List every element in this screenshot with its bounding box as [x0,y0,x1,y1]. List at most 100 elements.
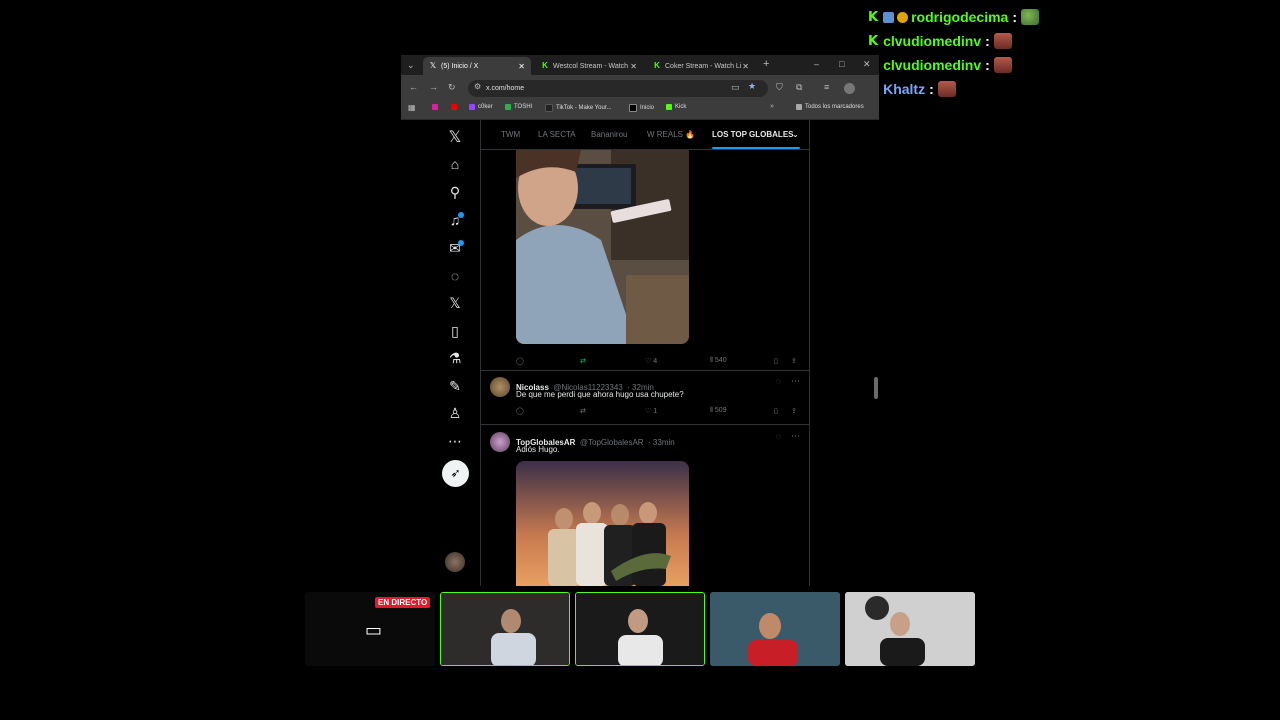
forward-icon[interactable]: → [429,82,438,92]
site-info-icon[interactable]: ⚙ [474,82,481,91]
tab-bananirou[interactable]: Bananirou [591,130,627,139]
webcam-tile-1[interactable] [440,592,570,666]
bookmark-label: Kick [675,104,687,110]
view-count: 540 [714,357,727,364]
bookmarks-folder[interactable]: Todos los marcadores [796,104,864,110]
tab-los-top-globales[interactable]: LOS TOP GLOBALES [712,130,794,139]
close-icon[interactable]: ✕ [630,62,637,71]
bookmarks-icon[interactable]: ▯ [445,323,465,340]
tweet-image[interactable] [516,150,689,344]
tab-coker[interactable]: K Coker Stream - Watch Li ✕ [647,57,755,75]
view-count: 509 [714,407,727,414]
like-count: 1 [653,408,658,415]
more-options-icon[interactable]: ⋯ [791,431,800,442]
media-icon[interactable]: ≡ [824,82,829,92]
account-avatar[interactable] [445,552,465,572]
bookmark-icon[interactable]: ▯ [774,407,778,415]
bookmark-tiktok[interactable]: TikTok - Make Your... [545,104,611,112]
reload-icon[interactable]: ↻ [448,82,456,93]
share-icon[interactable]: ⇪ [791,357,797,365]
views-button[interactable]: ⫴ 540 [710,357,727,365]
subscriber-badge-icon [883,11,895,23]
tab-twm[interactable]: TWM [501,130,520,139]
address-bar[interactable]: x.com/home [468,80,768,97]
search-icon[interactable]: ⚲ [445,184,465,201]
cast-icon[interactable]: ▭ [731,82,740,93]
maximize-icon[interactable]: □ [839,59,844,69]
tweet-actions: ◯ ⇄ ♡ 1 ⫴ 509 ▯ ⇪ [516,407,809,419]
post-button[interactable]: ➶ [442,460,469,487]
youtube-icon [451,104,457,110]
close-window-icon[interactable]: ✕ [863,59,871,70]
tweet-avatar[interactable] [490,377,510,397]
tweet-image[interactable] [516,461,689,586]
twitch-icon [469,104,475,110]
close-icon[interactable]: ✕ [742,62,749,71]
instagram-icon [432,104,438,110]
chat-colon: : [1012,9,1017,25]
x-logo-icon[interactable]: 𝕏 [445,127,465,147]
retweet-icon[interactable]: ⇄ [580,357,586,365]
grok-icon[interactable]: ◌ [776,377,781,386]
webcam-tile-4[interactable] [845,592,975,666]
chat-message: K clvudiomedinv : [868,53,1278,77]
grok-icon[interactable]: ◌ [776,432,781,441]
tweet-avatar[interactable] [490,432,510,452]
profile-avatar[interactable] [844,83,855,94]
tab-westcol[interactable]: K Westcol Stream - Watch ✕ [535,57,643,75]
webcam-tile-3[interactable] [710,592,840,666]
frog-emote-icon [1021,9,1039,25]
lists-icon[interactable]: ✎ [445,378,465,395]
bookmark-c0ker[interactable]: c0ker [469,104,493,110]
bookmark-youtube[interactable] [451,104,460,110]
extensions-icon[interactable]: ⧉ [796,82,802,93]
jobs-icon[interactable]: ⚗ [445,350,465,367]
tab-x-home[interactable]: 𝕏 (5) Inicio / X ✕ [423,57,531,75]
home-icon[interactable]: ⌂ [445,156,465,172]
tab-w-reals[interactable]: W REALS 🔥 [647,130,695,139]
bookmark-icon[interactable]: ▯ [774,357,778,365]
shield-icon[interactable]: ⛉ [776,82,783,93]
chevron-down-icon[interactable]: ⌄ [792,130,799,139]
tab-la-secta[interactable]: LA SECTA [538,130,576,139]
back-icon[interactable]: ← [409,82,418,92]
views-button[interactable]: ⫴ 509 [710,407,727,415]
reply-icon[interactable]: ◯ [516,407,524,415]
premium-icon[interactable]: 𝕏 [445,295,465,312]
more-options-icon[interactable]: ⋯ [791,376,800,387]
monitor-icon: ▭ [365,620,383,640]
views-icon: ⫴ [710,407,713,414]
minimize-icon[interactable]: – [814,59,819,69]
chat-message: K rodrigodecima : [868,5,1278,29]
more-icon[interactable]: ⋯ [445,433,465,450]
chat-colon: : [985,33,990,49]
close-icon[interactable]: ✕ [518,62,525,71]
tweet-author-handle[interactable]: @TopGlobalesAR [580,438,644,447]
tab-title: (5) Inicio / X [441,62,479,70]
star-icon[interactable]: ★ [748,81,756,92]
webcam-feed [845,592,975,666]
tweet-time[interactable]: · 33min [648,438,675,447]
more-bookmarks-icon[interactable]: » [770,103,774,110]
like-button[interactable]: ♡ 1 [645,407,657,415]
face-emote-icon [937,81,956,97]
tab-search-icon[interactable]: ⌄ [407,60,415,71]
tab-title: Westcol Stream - Watch [553,62,629,70]
bookmark-instagram[interactable] [432,104,441,110]
group-photo [516,461,689,586]
like-button[interactable]: ♡ 4 [645,357,657,365]
apps-grid-icon[interactable]: ▦ [408,103,416,112]
retweet-icon[interactable]: ⇄ [580,407,586,415]
x-icon [629,104,637,112]
webcam-tile-2[interactable] [575,592,705,666]
share-icon[interactable]: ⇪ [791,407,797,415]
bookmark-toshi[interactable]: TOSHI [505,104,532,110]
page-scrollbar[interactable] [874,377,878,399]
bookmark-inicio[interactable]: Inicio [629,104,654,112]
bookmark-kick[interactable]: Kick [666,104,686,110]
reply-icon[interactable]: ◯ [516,357,524,365]
profile-icon[interactable]: ♙ [445,405,465,422]
kick-icon [666,104,672,110]
grok-icon[interactable]: ◌ [445,268,465,284]
new-tab-icon[interactable]: + [763,58,769,70]
